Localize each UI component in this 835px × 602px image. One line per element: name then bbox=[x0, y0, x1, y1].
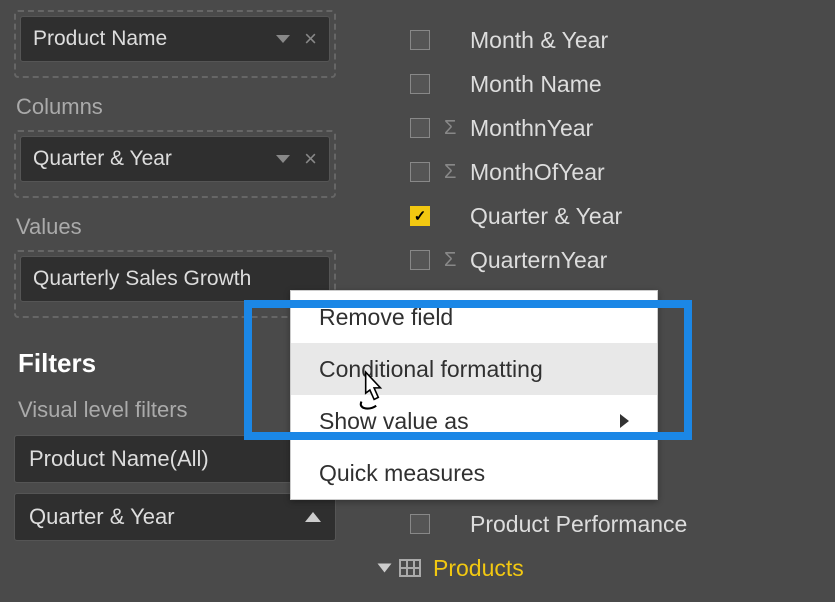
submenu-arrow-icon bbox=[620, 414, 629, 428]
menu-item-label: Conditional formatting bbox=[319, 356, 543, 383]
field-row-quarter-and-year[interactable]: ✓ Σ Quarter & Year bbox=[350, 194, 835, 238]
checkbox-icon[interactable] bbox=[410, 514, 430, 534]
menu-item-conditional-formatting[interactable]: Conditional formatting bbox=[291, 343, 657, 395]
filter-card-text: Quarter & Year bbox=[29, 504, 305, 530]
columns-field-text: Quarter & Year bbox=[33, 147, 276, 171]
filters-heading: Filters bbox=[18, 348, 336, 379]
columns-label: Columns bbox=[16, 94, 336, 120]
chevron-down-icon[interactable] bbox=[378, 564, 392, 573]
menu-item-label: Show value as bbox=[319, 408, 469, 435]
values-well: Quarterly Sales Growth bbox=[14, 250, 336, 318]
field-label: MonthOfYear bbox=[470, 159, 835, 186]
values-field-text: Quarterly Sales Growth bbox=[33, 267, 317, 291]
rows-well: Product Name × bbox=[14, 10, 336, 78]
checkbox-icon[interactable] bbox=[410, 30, 430, 50]
menu-item-remove-field[interactable]: Remove field bbox=[291, 291, 657, 343]
sigma-icon: Σ bbox=[444, 117, 470, 140]
menu-item-label: Quick measures bbox=[319, 460, 485, 487]
close-icon[interactable]: × bbox=[304, 26, 317, 52]
table-name: Products bbox=[433, 555, 524, 582]
sigma-icon: Σ bbox=[444, 29, 470, 52]
filter-card-product-name[interactable]: Product Name(All) bbox=[14, 435, 336, 483]
chevron-down-icon[interactable] bbox=[276, 35, 290, 43]
values-field-pill[interactable]: Quarterly Sales Growth bbox=[20, 256, 330, 302]
sigma-icon: Σ bbox=[444, 249, 470, 272]
menu-item-show-value-as[interactable]: Show value as bbox=[291, 395, 657, 447]
field-label: MonthnYear bbox=[470, 115, 835, 142]
context-menu: Remove field Conditional formatting Show… bbox=[290, 290, 658, 500]
table-row-products[interactable]: Products bbox=[350, 546, 835, 590]
field-label: QuarternYear bbox=[470, 247, 835, 274]
sigma-icon: Σ bbox=[444, 513, 470, 536]
menu-item-quick-measures[interactable]: Quick measures bbox=[291, 447, 657, 499]
field-label: Month & Year bbox=[470, 27, 835, 54]
menu-item-label: Remove field bbox=[319, 304, 453, 331]
filter-card-quarter-year[interactable]: Quarter & Year bbox=[14, 493, 336, 541]
filter-card-text: Product Name(All) bbox=[29, 446, 321, 472]
field-row-monthofyear[interactable]: Σ MonthOfYear bbox=[350, 150, 835, 194]
columns-field-pill[interactable]: Quarter & Year × bbox=[20, 136, 330, 182]
field-label: Quarter & Year bbox=[470, 203, 835, 230]
checkbox-icon[interactable] bbox=[410, 250, 430, 270]
chevron-down-icon[interactable] bbox=[276, 155, 290, 163]
sigma-icon: Σ bbox=[444, 73, 470, 96]
rows-field-pill[interactable]: Product Name × bbox=[20, 16, 330, 62]
checkbox-icon[interactable] bbox=[410, 162, 430, 182]
field-row-quarternyear[interactable]: Σ QuarternYear bbox=[350, 238, 835, 282]
field-row-month-name[interactable]: Σ Month Name bbox=[350, 62, 835, 106]
values-label: Values bbox=[16, 214, 336, 240]
field-label: Month Name bbox=[470, 71, 835, 98]
field-row-month-and-year[interactable]: Σ Month & Year bbox=[350, 18, 835, 62]
sigma-icon: Σ bbox=[444, 161, 470, 184]
field-row-monthnyear[interactable]: Σ MonthnYear bbox=[350, 106, 835, 150]
checkbox-icon[interactable] bbox=[410, 74, 430, 94]
visual-level-filters-label: Visual level filters bbox=[18, 397, 336, 423]
field-label: Product Performance bbox=[470, 511, 835, 538]
sigma-icon: Σ bbox=[444, 205, 470, 228]
close-icon[interactable]: × bbox=[304, 146, 317, 172]
columns-well: Quarter & Year × bbox=[14, 130, 336, 198]
checkbox-icon[interactable]: ✓ bbox=[410, 206, 430, 226]
field-row-product-performance[interactable]: Σ Product Performance bbox=[350, 502, 835, 546]
chevron-up-icon[interactable] bbox=[305, 512, 321, 522]
checkbox-icon[interactable] bbox=[410, 118, 430, 138]
rows-field-text: Product Name bbox=[33, 27, 276, 51]
table-icon bbox=[399, 559, 421, 577]
